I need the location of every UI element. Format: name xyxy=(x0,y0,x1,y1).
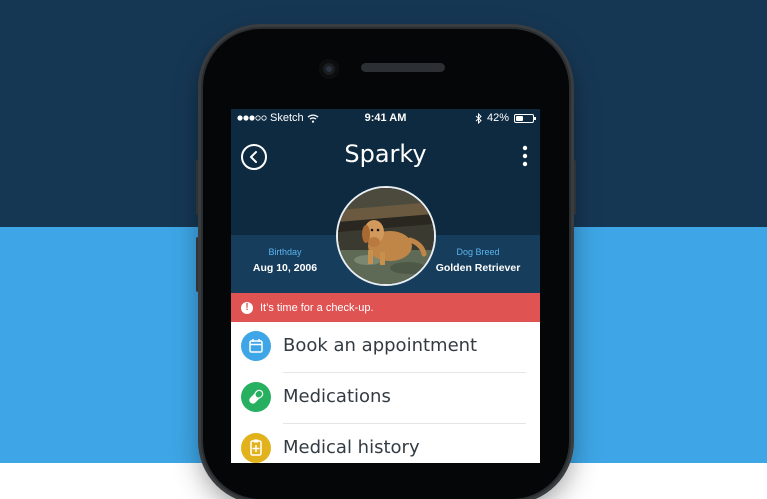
action-menu: Book an appointment Medications Medical … xyxy=(231,322,540,463)
breed-value: Golden Retriever xyxy=(435,262,521,274)
breed-block: Dog Breed Golden Retriever xyxy=(428,247,528,274)
battery-fill xyxy=(516,115,523,121)
phone-screen: Sketch 9:41 AM 42% Sparky Birthday Aug 1… xyxy=(231,109,540,463)
exclamation-circle-icon: ! xyxy=(241,301,253,314)
battery-icon xyxy=(514,113,536,123)
more-vertical-icon xyxy=(522,145,528,167)
menu-item-medical-history[interactable]: Medical history xyxy=(231,424,540,463)
battery-group: 42% xyxy=(475,112,536,124)
calendar-icon xyxy=(241,331,271,361)
phone-silent-switch xyxy=(196,160,202,215)
pill-icon xyxy=(241,382,271,412)
menu-label-medical-history: Medical history xyxy=(283,437,420,458)
pet-avatar[interactable] xyxy=(336,186,436,286)
menu-item-book-appointment[interactable]: Book an appointment xyxy=(231,322,540,373)
birthday-block: Birthday Aug 10, 2006 xyxy=(235,247,335,274)
front-camera xyxy=(319,59,339,79)
phone-volume-button xyxy=(196,237,202,292)
birthday-value: Aug 10, 2006 xyxy=(252,262,318,274)
clipboard-icon xyxy=(241,433,271,463)
status-bar: Sketch 9:41 AM 42% xyxy=(231,109,540,129)
menu-item-medications[interactable]: Medications xyxy=(231,373,540,424)
breed-label: Dog Breed xyxy=(456,247,500,257)
phone-power-button xyxy=(570,160,576,215)
alert-text: It’s time for a check-up. xyxy=(260,301,374,314)
battery-percent: 42% xyxy=(486,112,509,124)
menu-label-medications: Medications xyxy=(283,386,391,407)
dog-photo xyxy=(338,188,434,284)
more-options-button[interactable] xyxy=(520,145,530,167)
page-title: Sparky xyxy=(344,140,427,168)
phone-speaker xyxy=(361,63,445,72)
bluetooth-icon xyxy=(475,112,482,124)
birthday-label: Birthday xyxy=(268,247,302,257)
menu-label-book-appointment: Book an appointment xyxy=(283,335,478,356)
checkup-alert-banner[interactable]: ! It’s time for a check-up. xyxy=(231,293,540,322)
